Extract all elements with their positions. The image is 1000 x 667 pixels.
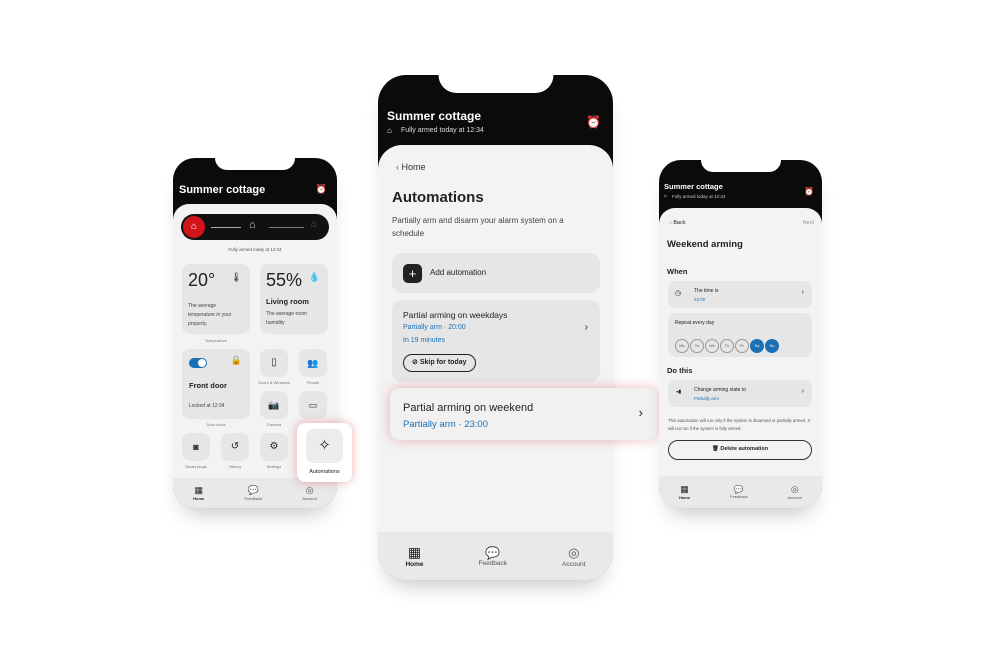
account-icon: ◎ — [790, 484, 799, 494]
chevron-right-icon: › — [584, 322, 588, 333]
grid-icon: ▦ — [680, 484, 689, 494]
home-icon: ⌂ — [664, 193, 668, 199]
smart-plugs-tile[interactable]: ◙ — [182, 433, 210, 461]
clock-icon: ◷ — [675, 290, 682, 297]
action-row[interactable]: ◂▮ Change arming state to Partially arm … — [668, 380, 812, 407]
lock-icon: 🔒 — [230, 355, 242, 365]
day-we[interactable]: We — [705, 338, 719, 353]
chat-icon: 💬 — [485, 545, 501, 560]
camera-tile[interactable]: 📷 — [260, 391, 288, 419]
back-button[interactable]: ‹ Home — [396, 162, 426, 172]
nav-feedback[interactable]: 💬 Feedback — [730, 485, 748, 499]
arming-icon: ◂▮ — [676, 389, 682, 395]
humidity-tile[interactable]: 55% 💧 Living room The average room humid… — [260, 264, 328, 334]
back-button[interactable]: ‹ Back — [670, 220, 686, 226]
nav-account[interactable]: ◎ Account — [562, 545, 586, 568]
nav-home[interactable]: ▦ Home — [405, 544, 423, 568]
partial-icon[interactable]: ⌂ — [249, 219, 256, 231]
temperature-tile[interactable]: 20° 🌡 The average temperature in your pr… — [182, 264, 250, 334]
account-icon: ◎ — [305, 485, 314, 495]
middle-phone: Summer cottage ⌂ Fully armed today at 12… — [378, 75, 613, 580]
home-armed-icon[interactable]: ⌂ — [183, 216, 205, 238]
page-title: Automations — [392, 189, 484, 206]
history-tile[interactable]: ↺ — [221, 433, 249, 461]
day-th[interactable]: Th — [720, 338, 734, 353]
nav-home[interactable]: ▦ Home — [193, 485, 204, 501]
chat-icon: 💬 — [247, 485, 259, 495]
nav-feedback[interactable]: 💬 Feedback — [245, 485, 263, 501]
lock-toggle[interactable] — [189, 358, 207, 368]
subtitle: Partially arm and disarm your alarm syst… — [392, 216, 564, 238]
next-button[interactable]: Next — [803, 220, 814, 226]
thermometer-icon: 🌡 — [230, 272, 242, 282]
repeat-row: Repeat every day Mo Tu We Th Fr Sa Su — [668, 313, 812, 357]
plus-icon: + — [403, 264, 422, 283]
alarm-icon[interactable]: ⏰ — [586, 115, 601, 129]
right-phone: Summer cottage ⌂ Fully armed today at 12… — [659, 160, 822, 508]
nav-home[interactable]: ▦ Home — [679, 484, 690, 500]
chat-icon: 💬 — [733, 485, 744, 494]
home-icon: ⌂ — [387, 126, 392, 135]
nav-account[interactable]: ◎ Account — [788, 484, 802, 500]
account-icon: ◎ — [568, 544, 580, 560]
chevron-right-icon: › — [638, 405, 643, 420]
automation-card-weekdays[interactable]: Partial arming on weekdays Partially arm… — [392, 300, 600, 382]
arm-slider[interactable]: ⌂ ⌂ ⌂ — [181, 214, 329, 240]
settings-tile[interactable]: ⚙ — [260, 433, 288, 461]
day-tu[interactable]: Tu — [690, 338, 704, 353]
video-tile[interactable]: ▭ — [299, 391, 327, 419]
automation-card-weekend[interactable]: Partial arming on weekend Partially arm … — [390, 388, 657, 440]
sparkle-icon: ✧ — [306, 429, 343, 463]
alarm-icon[interactable]: ⏰ — [804, 187, 814, 196]
day-mo[interactable]: Mo — [675, 338, 689, 353]
status: Fully armed today at 12:34 — [401, 127, 484, 134]
droplet-icon: 💧 — [308, 272, 320, 282]
title: Summer cottage — [179, 184, 266, 196]
nav-feedback[interactable]: 💬 Feedback — [478, 546, 507, 567]
skip-button[interactable]: ⊘ Skip for today — [403, 354, 476, 372]
day-su[interactable]: Su — [765, 338, 779, 353]
grid-icon: ▦ — [194, 485, 203, 495]
title: Summer cottage — [387, 109, 482, 123]
disarm-icon[interactable]: ⌂ — [311, 219, 317, 230]
add-automation-button[interactable]: + Add automation — [392, 253, 600, 293]
nav-account[interactable]: ◎ Account — [302, 485, 316, 501]
status: Fully armed today at 12:34 — [228, 247, 282, 252]
delete-automation-button[interactable]: 🗑 Delete automation — [668, 440, 812, 460]
alarm-icon[interactable]: ⏰ — [316, 184, 327, 195]
grid-icon: ▦ — [407, 544, 422, 560]
people-tile[interactable]: 👥 — [299, 349, 327, 377]
day-fr[interactable]: Fr — [735, 338, 749, 353]
automations-tile[interactable]: ✧ Automations — [297, 423, 352, 482]
doors-windows-tile[interactable]: ▯ — [260, 349, 288, 377]
front-door-tile[interactable]: 🔒 Front door Locked at 12:34 — [182, 349, 250, 419]
day-sa[interactable]: Sa — [750, 338, 764, 353]
time-row[interactable]: ◷ The time is 22:00 › — [668, 281, 812, 308]
